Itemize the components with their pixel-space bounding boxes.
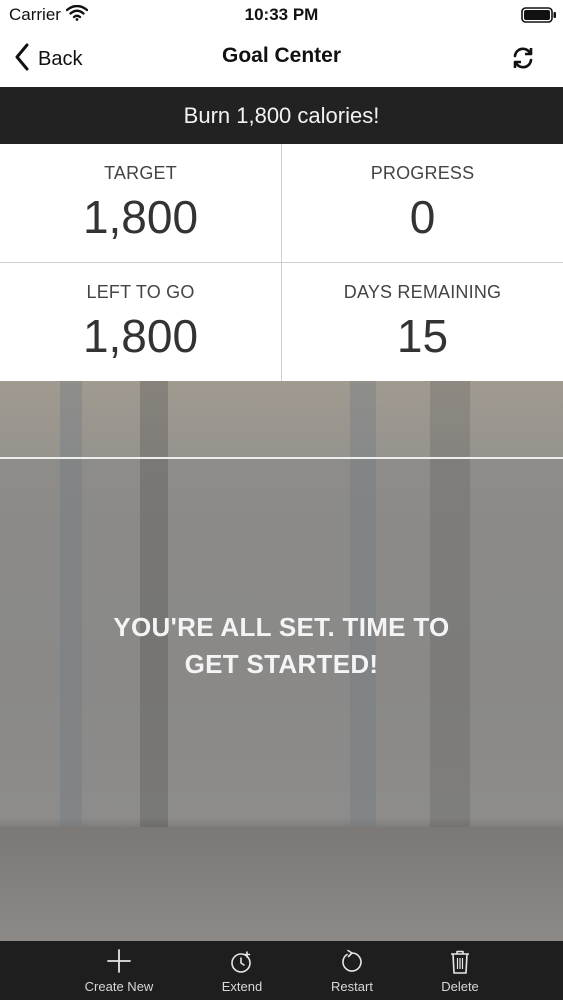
hero-message: YOU'RE ALL SET. TIME TO GET STARTED! (0, 609, 563, 683)
delete-button[interactable]: Delete (405, 941, 515, 1000)
hero-message-line1: YOU'RE ALL SET. TIME TO (113, 612, 450, 642)
status-bar: Carrier 10:33 PM (0, 0, 563, 30)
alarm-clock-icon (187, 949, 297, 975)
stats-divider-horizontal (0, 262, 563, 263)
trash-icon (405, 949, 515, 975)
refresh-icon (510, 47, 536, 74)
hero-message-line2: GET STARTED! (184, 649, 379, 679)
create-new-button[interactable]: Create New (64, 941, 174, 1000)
stat-value: 1,800 (82, 310, 199, 362)
stat-label: TARGET (104, 163, 177, 183)
goal-banner-text: Burn 1,800 calories! (183, 102, 380, 128)
refresh-button[interactable] (510, 46, 536, 75)
goal-banner: Burn 1,800 calories! (0, 87, 563, 144)
restart-button[interactable]: Restart (297, 941, 407, 1000)
create-new-label: Create New (84, 979, 154, 994)
hero-floor (0, 827, 563, 941)
hero-top-strip (0, 381, 563, 457)
stats-grid: TARGET 1,800 PROGRESS 0 LEFT TO GO 1,800… (0, 144, 563, 381)
battery-icon (521, 7, 557, 28)
status-time: 10:33 PM (244, 5, 319, 24)
delete-label: Delete (441, 979, 479, 994)
restart-icon (297, 949, 407, 975)
stat-value: 15 (396, 310, 449, 362)
plus-icon (64, 949, 174, 975)
stat-left-to-go: LEFT TO GO 1,800 (0, 263, 281, 380)
stat-target: TARGET 1,800 (0, 144, 281, 261)
stat-days-remaining: DAYS REMAINING 15 (282, 263, 563, 380)
stat-value: 0 (409, 191, 436, 243)
hero-divider-line (0, 457, 563, 459)
hero-background: YOU'RE ALL SET. TIME TO GET STARTED! (0, 381, 563, 941)
extend-button[interactable]: Extend (187, 941, 297, 1000)
stat-progress: PROGRESS 0 (282, 144, 563, 261)
stat-value: 1,800 (82, 191, 199, 243)
extend-label: Extend (221, 979, 263, 994)
restart-label: Restart (331, 979, 373, 994)
stat-label: DAYS REMAINING (343, 282, 502, 302)
stat-label: LEFT TO GO (86, 282, 195, 302)
page-title: Goal Center (221, 44, 342, 67)
bottom-toolbar: Create New Extend Restart Delete (0, 941, 563, 1000)
navigation-bar: Back Goal Center (0, 30, 563, 87)
stat-label: PROGRESS (370, 163, 475, 183)
